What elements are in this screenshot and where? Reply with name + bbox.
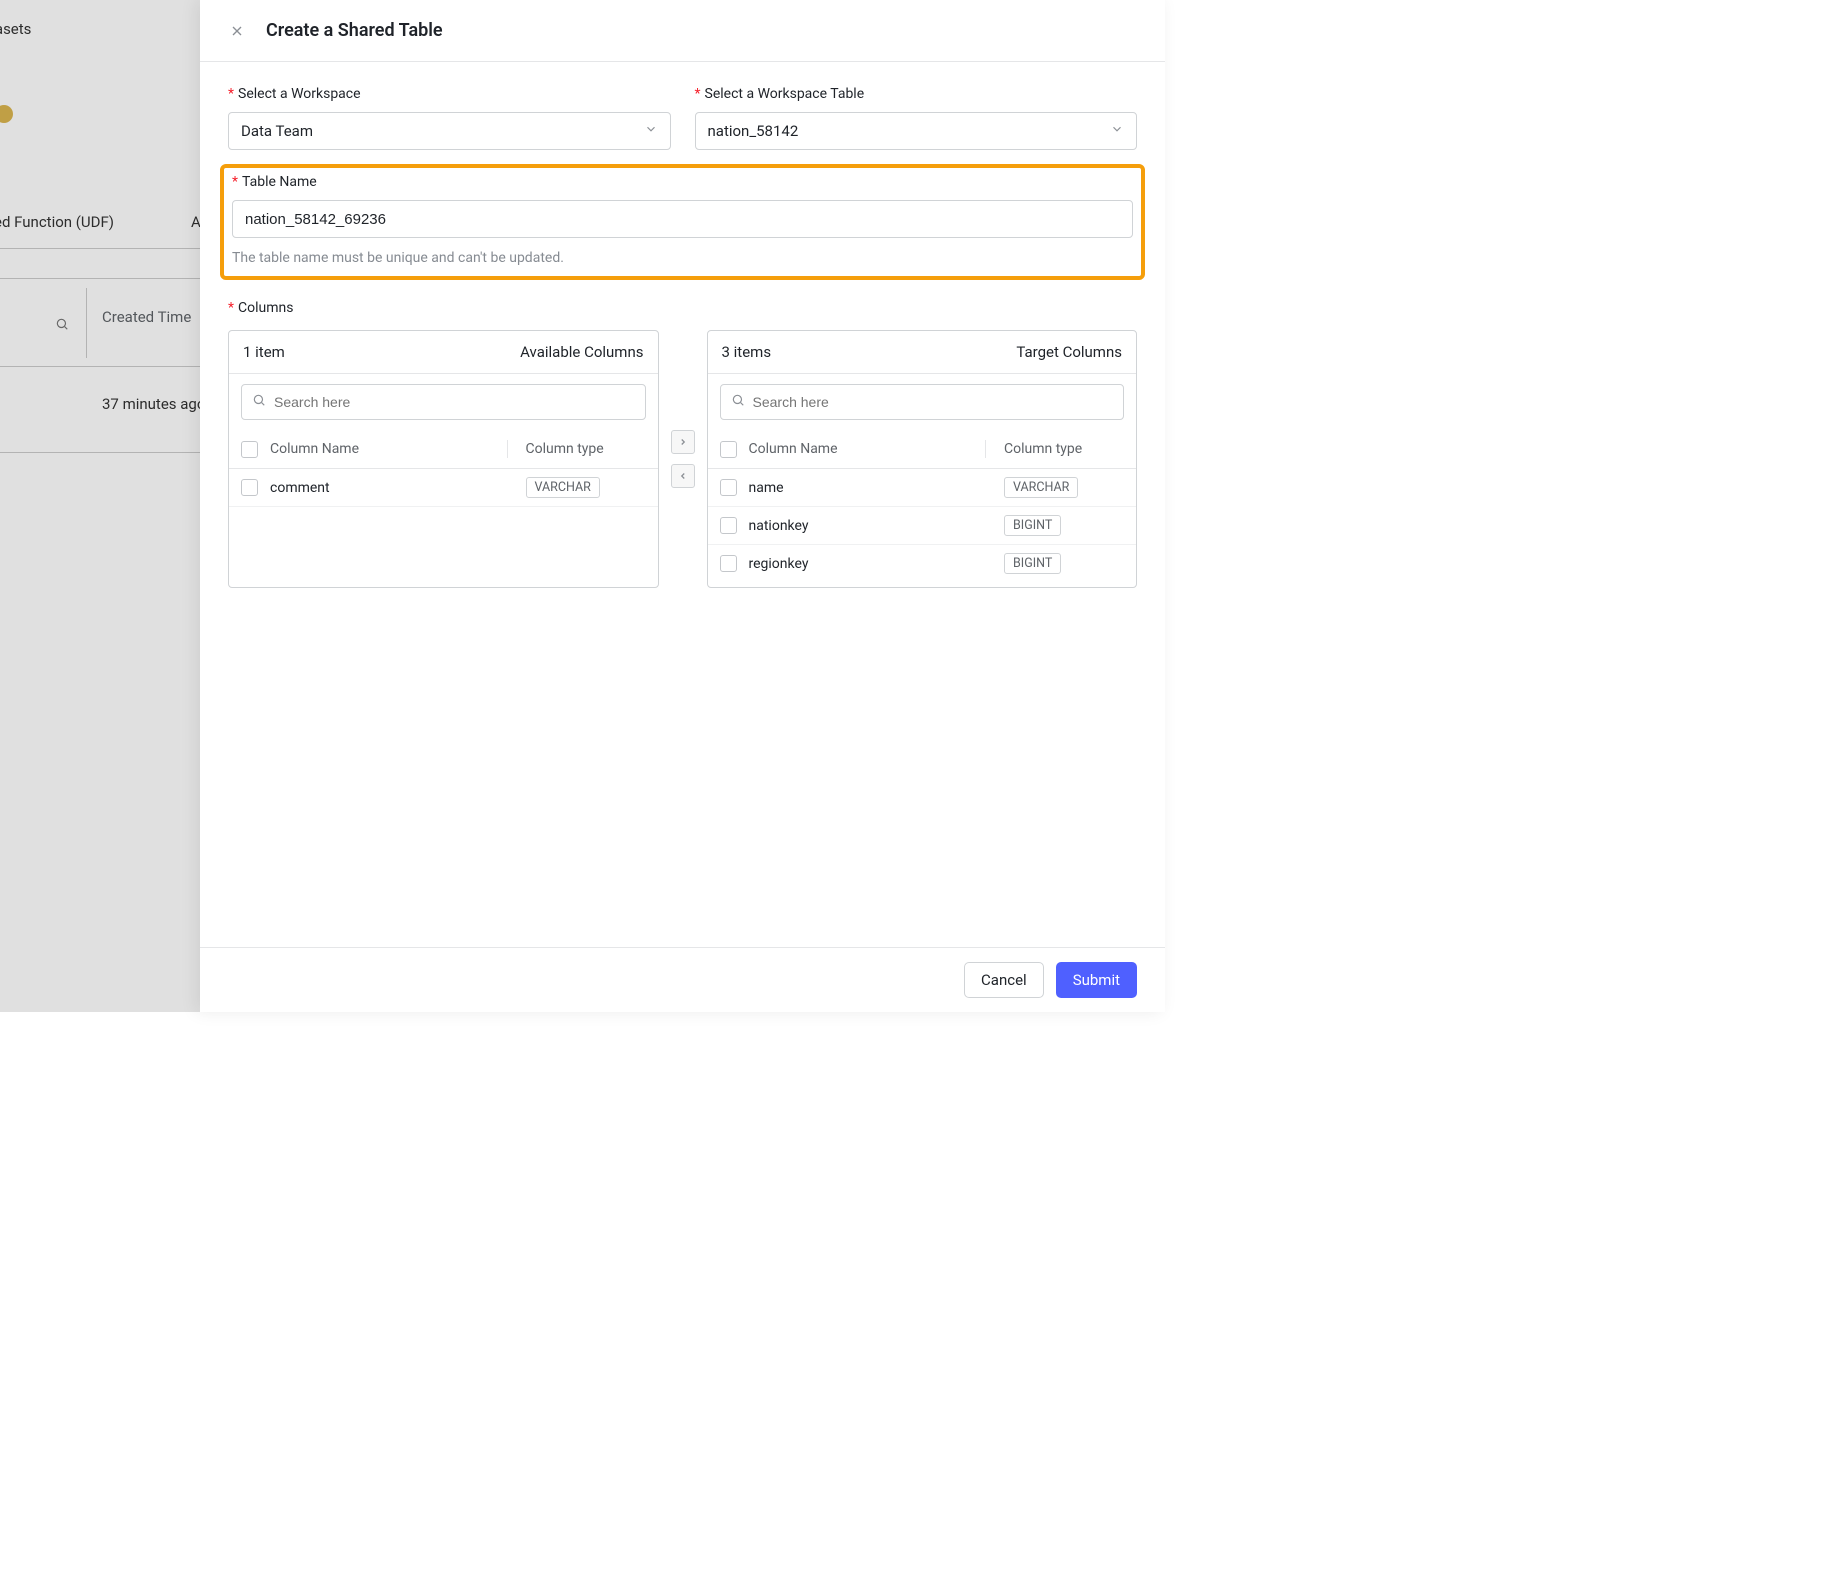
workspace-label: *Select a Workspace [228,86,671,102]
row-checkbox[interactable] [720,517,737,534]
bg-col-created: Created Time [102,307,191,328]
target-header-name: Column Name [749,441,968,457]
target-select-all-checkbox[interactable] [720,441,737,458]
create-shared-table-dialog: Create a Shared Table *Select a Workspac… [200,0,1165,1012]
row-checkbox[interactable] [720,479,737,496]
workspace-table-label: *Select a Workspace Table [695,86,1138,102]
available-search[interactable] [241,384,646,420]
column-name: regionkey [749,556,993,572]
bg-avatar-dot [0,105,13,123]
table-name-hint: The table name must be unique and can't … [232,250,1133,266]
dialog-title: Create a Shared Table [266,20,443,41]
target-search-input[interactable] [753,394,1114,410]
divider [985,440,986,458]
target-row[interactable]: regionkey BIGINT [708,545,1137,582]
dialog-footer: Cancel Submit [200,947,1165,1012]
close-icon[interactable] [228,22,246,40]
row-checkbox[interactable] [720,555,737,572]
target-search[interactable] [720,384,1125,420]
bg-divider [0,248,200,249]
required-star: * [232,174,238,190]
divider [507,440,508,458]
columns-transfer: 1 item Available Columns [228,330,1137,588]
bg-divider [0,366,200,367]
column-name: comment [270,480,514,496]
available-columns-panel: 1 item Available Columns [228,330,659,588]
submit-button[interactable]: Submit [1056,962,1137,998]
cancel-button[interactable]: Cancel [964,962,1044,998]
target-title: Target Columns [1016,343,1122,361]
available-header-type: Column type [526,441,646,457]
move-right-button[interactable] [671,430,695,454]
bg-divider [0,278,200,279]
workspace-value: Data Team [241,122,313,140]
target-count: 3 items [722,343,772,361]
columns-label: *Columns [228,300,1137,316]
table-name-highlight: *Table Name The table name must be uniqu… [220,164,1145,280]
column-name: nationkey [749,518,993,534]
move-left-button[interactable] [671,464,695,488]
available-header-name: Column Name [270,441,489,457]
transfer-buttons [669,330,697,588]
target-columns-panel: 3 items Target Columns [707,330,1138,588]
chevron-down-icon [644,122,658,140]
workspace-table-value: nation_58142 [708,122,799,140]
dialog-body: *Select a Workspace Data Team *Select a … [200,62,1165,947]
required-star: * [695,86,701,102]
bg-divider [0,452,200,453]
target-row[interactable]: name VARCHAR [708,469,1137,507]
row-checkbox[interactable] [241,479,258,496]
chevron-down-icon [1110,122,1124,140]
available-row[interactable]: comment VARCHAR [229,469,658,507]
column-type-pill: BIGINT [1004,553,1061,574]
workspace-table-select[interactable]: nation_58142 [695,112,1138,150]
required-star: * [228,300,234,316]
workspace-select[interactable]: Data Team [228,112,671,150]
bg-row-time: 37 minutes ago [102,394,205,415]
label-text: Columns [238,300,293,316]
columns-field: *Columns 1 item Available Columns [228,300,1137,588]
target-header-type: Column type [1004,441,1124,457]
label-text: Table Name [242,174,317,190]
column-type-pill: BIGINT [1004,515,1061,536]
table-name-label: *Table Name [232,174,1133,190]
bg-divider [86,288,87,358]
available-select-all-checkbox[interactable] [241,441,258,458]
bg-text-udf: ed Function (UDF) [0,213,114,231]
workspace-table-field: *Select a Workspace Table nation_58142 [695,86,1138,150]
available-search-input[interactable] [274,394,635,410]
search-icon [252,393,266,411]
column-name: name [749,480,993,496]
available-title: Available Columns [520,343,643,361]
required-star: * [228,86,234,102]
column-type-pill: VARCHAR [1004,477,1078,498]
bg-text-tasets: tasets [0,20,31,38]
label-text: Select a Workspace Table [705,86,865,102]
available-count: 1 item [243,343,285,361]
search-icon [55,317,69,335]
target-row[interactable]: nationkey BIGINT [708,507,1137,545]
label-text: Select a Workspace [238,86,361,102]
workspace-field: *Select a Workspace Data Team [228,86,671,150]
search-icon [731,393,745,411]
table-name-input[interactable] [232,200,1133,238]
table-name-field: *Table Name The table name must be uniqu… [232,174,1133,266]
column-type-pill: VARCHAR [526,477,600,498]
dialog-header: Create a Shared Table [200,0,1165,62]
